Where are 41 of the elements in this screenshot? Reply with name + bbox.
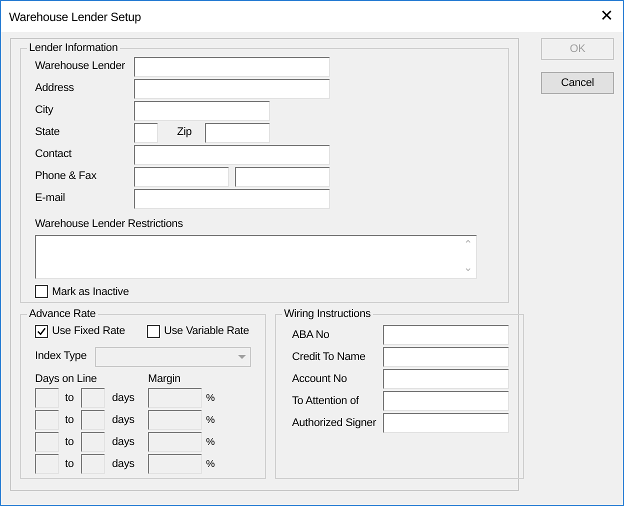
field-label: ABA No — [291, 328, 330, 343]
group-title: Advance Rate — [28, 307, 97, 321]
checkbox-label: Mark as Inactive — [52, 284, 129, 300]
close-button[interactable]: ✕ — [600, 8, 613, 24]
field-label: Address — [35, 81, 75, 96]
field-label: Index Type — [35, 349, 88, 364]
field-label: Warehouse Lender Restrictions — [35, 217, 183, 232]
field-label: Contact — [35, 147, 73, 162]
group-title: Lender Information — [28, 41, 119, 55]
scroll-down-arrow[interactable]: ⌄ — [464, 260, 472, 276]
dialog-button[interactable]: Cancel — [541, 72, 614, 94]
unit-label: days — [112, 390, 136, 406]
scroll-up-arrow[interactable]: ⌃ — [464, 236, 472, 253]
checkbox-label: Use Fixed Rate — [52, 324, 126, 339]
checkbox-label: Use Variable Rate — [164, 324, 250, 339]
field-label: E-mail — [35, 191, 66, 206]
unit-label: % — [206, 414, 215, 428]
field-label: Authorized Signer — [291, 416, 378, 431]
unit-label: days — [112, 456, 136, 472]
unit-label: % — [206, 392, 215, 406]
field-label: To Attention of — [291, 394, 360, 409]
column-header: Days on Line — [35, 372, 98, 386]
unit-label: % — [206, 436, 215, 450]
field-label: City — [35, 103, 54, 118]
column-header: Margin — [148, 372, 180, 386]
unit-label: % — [206, 458, 215, 472]
range-label: to — [65, 456, 75, 472]
field-label: Warehouse Lender — [35, 59, 126, 74]
field-label: Account No — [291, 372, 348, 387]
unit-label: days — [112, 434, 136, 450]
range-label: to — [65, 390, 75, 406]
group-title: Wiring Instructions — [283, 307, 372, 321]
field-label: State — [35, 125, 61, 140]
field-label: Phone & Fax — [35, 169, 98, 184]
field-label: Credit To Name — [291, 350, 366, 365]
unit-label: days — [112, 412, 136, 428]
range-label: to — [65, 412, 75, 428]
restrictions-text-area[interactable]: ⌃ ⌄ — [35, 234, 477, 278]
window-title: Warehouse Lender Setup — [9, 8, 141, 26]
field-label: Zip — [177, 125, 193, 140]
range-label: to — [65, 434, 75, 450]
